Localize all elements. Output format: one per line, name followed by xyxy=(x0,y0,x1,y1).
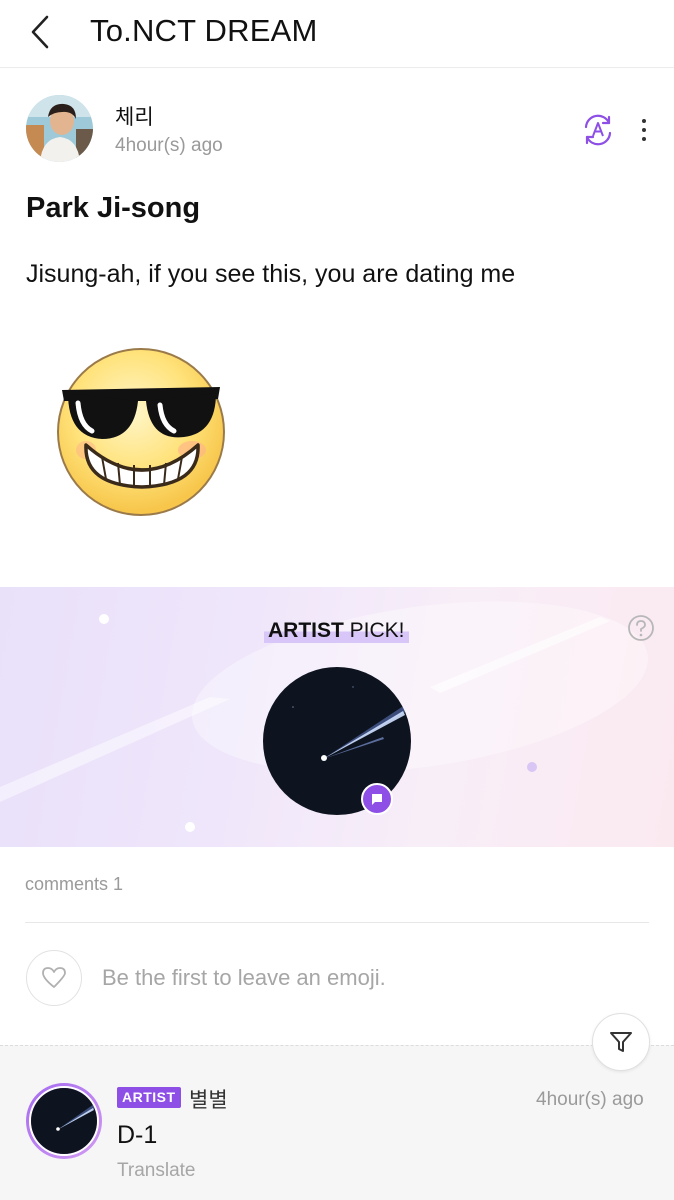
help-button[interactable] xyxy=(627,614,655,642)
artist-pick-label: ARTIST PICK! xyxy=(264,617,409,643)
auto-translate-button[interactable] xyxy=(578,110,618,150)
artist-badge: ARTIST xyxy=(117,1087,181,1108)
chevron-left-icon xyxy=(31,15,49,49)
translate-icon xyxy=(584,114,612,146)
emoji-reaction-button[interactable] xyxy=(26,950,82,1006)
comment-text: D-1 xyxy=(117,1121,158,1149)
emoji-prompt-text: Be the first to leave an emoji. xyxy=(102,965,386,990)
cool-sunglasses-emoji-icon xyxy=(52,345,232,525)
chat-bubble-icon xyxy=(361,783,393,815)
post-timestamp: 4hour(s) ago xyxy=(115,135,223,156)
author-name: 체리 xyxy=(115,106,154,129)
back-button[interactable] xyxy=(22,10,58,54)
post-title: Park Ji-song xyxy=(26,192,201,224)
comment-author-avatar[interactable] xyxy=(26,1083,102,1159)
more-options-button[interactable] xyxy=(634,112,654,148)
translate-link[interactable]: Translate xyxy=(117,1160,196,1182)
divider xyxy=(25,922,649,923)
filter-icon xyxy=(610,1032,632,1052)
question-circle-icon xyxy=(628,615,654,641)
comments-count: comments 1 xyxy=(25,874,124,894)
top-bar: To.NCT DREAM xyxy=(0,0,674,68)
artist-pick-banner: ARTIST PICK! xyxy=(0,587,674,847)
heart-icon xyxy=(42,967,66,988)
comment-timestamp: 4hour(s) ago xyxy=(536,1089,644,1110)
author-avatar[interactable] xyxy=(26,95,93,162)
page-title: To.NCT DREAM xyxy=(90,13,318,48)
filter-button[interactable] xyxy=(592,1013,650,1071)
post-body: Jisung-ah, if you see this, you are dati… xyxy=(26,260,516,288)
comment-author-name: 별별 xyxy=(189,1089,228,1112)
